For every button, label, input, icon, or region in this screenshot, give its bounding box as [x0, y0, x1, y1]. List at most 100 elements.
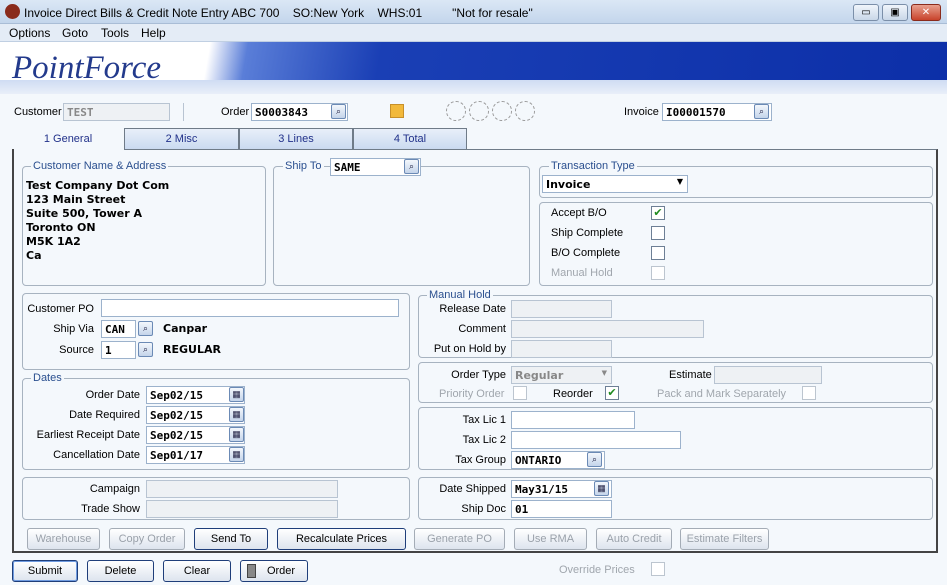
earliest-receipt-date-label: Earliest Receipt Date [36, 429, 140, 441]
bo-complete-checkbox[interactable] [651, 246, 665, 260]
tax-lic2-label: Tax Lic 2 [462, 434, 506, 446]
maximize-button[interactable]: ▣ [882, 4, 908, 21]
priority-order-label: Priority Order [439, 388, 505, 400]
calendar-icon[interactable]: ▦ [229, 407, 244, 422]
customer-po-field[interactable] [101, 299, 399, 317]
estimate-field [714, 366, 822, 384]
tax-group-lookup-icon[interactable]: ⌕ [587, 452, 602, 467]
dropdown-arrow-icon: ▼ [601, 369, 607, 377]
source-field[interactable]: 1 [101, 341, 136, 359]
comment-label: Comment [458, 323, 506, 335]
tab-total[interactable]: 4 Total [353, 128, 467, 150]
submit-button[interactable]: Submit [12, 560, 78, 582]
menu-tools[interactable]: Tools [101, 26, 129, 40]
pack-mark-label: Pack and Mark Separately [657, 388, 787, 400]
banner: PointForce [0, 42, 947, 94]
ship-to-title: Ship To [283, 160, 324, 172]
ship-via-field[interactable]: CAN [101, 320, 136, 338]
release-date-field [511, 300, 612, 318]
ship-doc-field[interactable]: 01 [511, 500, 612, 518]
ship-to-lookup-icon[interactable]: ⌕ [404, 159, 419, 174]
ship-via-lookup-icon[interactable]: ⌕ [138, 321, 153, 336]
ship-to-group [273, 166, 530, 286]
order-date-label: Order Date [85, 389, 140, 401]
dropdown-arrow-icon: ▼ [676, 177, 683, 186]
address-line: Suite 500, Tower A [26, 207, 143, 220]
address-line: Ca [26, 249, 42, 262]
app-icon [5, 4, 20, 19]
transaction-type-select[interactable]: Invoice ▼ [542, 175, 688, 193]
menu-options[interactable]: Options [9, 26, 50, 40]
order-type-select: Regular ▼ [511, 366, 612, 384]
status-circle-icon [515, 101, 535, 121]
warehouse-button: Warehouse [27, 528, 100, 550]
menu-bar: Options Goto Tools Help [0, 24, 947, 42]
status-circle-icon [446, 101, 466, 121]
date-required-label: Date Required [69, 409, 140, 421]
source-description: REGULAR [163, 343, 221, 356]
ship-via-description: Canpar [163, 322, 208, 335]
invoice-lookup-icon[interactable]: ⌕ [754, 104, 769, 119]
put-on-hold-by-label: Put on Hold by [433, 343, 506, 355]
address-line: Toronto ON [26, 221, 96, 234]
manual-hold-checkbox [651, 266, 665, 280]
ship-complete-label: Ship Complete [551, 227, 624, 239]
manual-hold-title: Manual Hold [427, 289, 493, 301]
order-button[interactable]: Order [240, 560, 308, 582]
use-rma-button: Use RMA [514, 528, 587, 550]
ship-doc-label: Ship Doc [461, 503, 506, 515]
estimate-label: Estimate [669, 369, 712, 381]
calendar-icon[interactable]: ▦ [229, 447, 244, 462]
menu-goto[interactable]: Goto [62, 26, 88, 40]
order-label: Order [221, 106, 250, 118]
override-prices-checkbox [651, 562, 665, 576]
estimate-filters-button: Estimate Filters [680, 528, 769, 550]
tax-lic1-field[interactable] [511, 411, 635, 429]
cancellation-date-label: Cancellation Date [53, 449, 140, 461]
status-circle-icon [492, 101, 512, 121]
order-lookup-icon[interactable]: ⌕ [331, 104, 346, 119]
calendar-icon[interactable]: ▦ [229, 387, 244, 402]
campaign-label: Campaign [89, 483, 140, 495]
reorder-checkbox[interactable]: ✔ [605, 386, 619, 400]
minimize-button[interactable]: ▭ [853, 4, 879, 21]
customer-po-label: Customer PO [27, 303, 94, 315]
release-date-label: Release Date [439, 303, 506, 315]
generate-po-button: Generate PO [414, 528, 505, 550]
date-shipped-label: Date Shipped [439, 483, 506, 495]
reorder-label: Reorder [553, 388, 593, 400]
dates-title: Dates [31, 372, 64, 384]
window-title: Invoice Direct Bills & Credit Note Entry… [24, 6, 533, 20]
source-lookup-icon[interactable]: ⌕ [138, 342, 153, 357]
notes-icon[interactable] [390, 104, 404, 118]
tax-group-label: Tax Group [455, 454, 506, 466]
clear-button[interactable]: Clear [163, 560, 231, 582]
copy-order-button: Copy Order [109, 528, 185, 550]
source-label: Source [59, 344, 94, 356]
recalculate-prices-button[interactable]: Recalculate Prices [277, 528, 406, 550]
tab-general[interactable]: 1 General [12, 128, 124, 150]
customer-address-title: Customer Name & Address [31, 160, 169, 172]
ship-complete-checkbox[interactable] [651, 226, 665, 240]
override-prices-label: Override Prices [559, 564, 635, 576]
customer-label: Customer [14, 106, 62, 118]
customer-field[interactable]: TEST [63, 103, 170, 121]
tab-misc[interactable]: 2 Misc [124, 128, 239, 150]
delete-button[interactable]: Delete [87, 560, 154, 582]
status-circle-icon [469, 101, 489, 121]
calendar-icon[interactable]: ▦ [229, 427, 244, 442]
tax-lic2-field[interactable] [511, 431, 681, 449]
customer-address: Test Company Dot Com 123 Main Street Sui… [26, 179, 169, 263]
send-to-button[interactable]: Send To [194, 528, 268, 550]
manual-hold-label: Manual Hold [551, 267, 613, 279]
put-on-hold-by-field [511, 340, 612, 358]
divider [183, 103, 184, 121]
trade-show-label: Trade Show [81, 503, 140, 515]
tab-lines[interactable]: 3 Lines [239, 128, 353, 150]
accept-bo-checkbox[interactable]: ✔ [651, 206, 665, 220]
menu-help[interactable]: Help [141, 26, 166, 40]
accept-bo-label: Accept B/O [551, 207, 607, 219]
comment-field [511, 320, 704, 338]
close-button[interactable]: ✕ [911, 4, 941, 21]
calendar-icon[interactable]: ▦ [594, 481, 609, 496]
